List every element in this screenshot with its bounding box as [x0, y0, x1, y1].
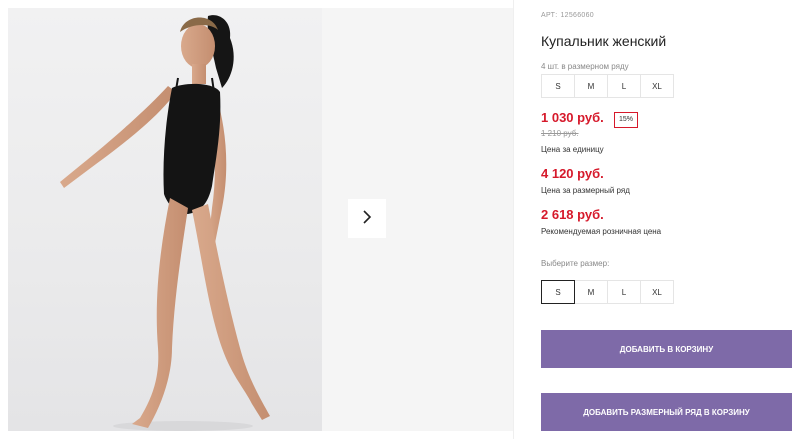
size-row-item: XL	[640, 74, 674, 98]
sku-label: АРТ:	[541, 12, 558, 19]
product-photo	[60, 15, 270, 431]
retail-price-caption: Рекомендуемая розничная цена	[541, 227, 662, 236]
size-option-l[interactable]: L	[607, 280, 641, 304]
size-row-item: L	[607, 74, 641, 98]
old-price: 1 210 руб.	[541, 129, 579, 138]
size-option-xl[interactable]: XL	[640, 280, 674, 304]
size-row-note: 4 шт. в размерном ряду	[541, 62, 629, 71]
size-selector: S M L XL	[541, 280, 674, 304]
size-row-item: M	[574, 74, 608, 98]
size-option-m[interactable]: M	[574, 280, 608, 304]
unit-price-caption: Цена за единицу	[541, 145, 604, 154]
product-sku: АРТ: 12566060	[541, 12, 594, 19]
row-price-caption: Цена за размерный ряд	[541, 186, 630, 195]
choose-size-label: Выберите размер:	[541, 259, 610, 268]
sku-value: 12566060	[560, 12, 594, 19]
add-size-row-to-cart-button[interactable]: Добавить размерный ряд в корзину	[541, 393, 792, 431]
row-price: 4 120 руб.	[541, 166, 604, 181]
retail-price: 2 618 руб.	[541, 207, 604, 222]
unit-price: 1 030 руб.	[541, 110, 604, 125]
add-to-cart-button[interactable]: Добавить в корзину	[541, 330, 792, 368]
size-row-item: S	[541, 74, 575, 98]
discount-badge: 15%	[614, 112, 639, 128]
product-title: Купальник женский	[541, 33, 667, 49]
next-image-button[interactable]	[348, 199, 386, 238]
size-option-s[interactable]: S	[541, 280, 575, 304]
size-row-list: S M L XL	[541, 74, 674, 98]
divider	[513, 0, 514, 439]
product-image[interactable]	[8, 8, 322, 431]
chevron-right-icon	[360, 209, 374, 228]
